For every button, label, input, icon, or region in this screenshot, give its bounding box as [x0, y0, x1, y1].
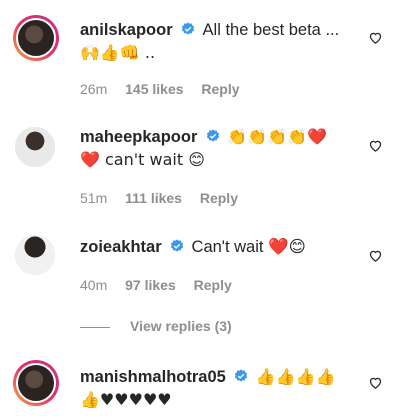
view-replies-button[interactable]: View replies (3): [80, 317, 232, 335]
verified-badge-icon: [181, 22, 195, 35]
avatar[interactable]: [15, 127, 55, 167]
comment-text-line2: ❤️ can't wait 😊: [80, 150, 205, 169]
reply-button[interactable]: Reply: [194, 277, 232, 293]
divider-line: [80, 326, 110, 328]
verified-badge-icon: [170, 239, 184, 252]
like-heart-icon[interactable]: [368, 248, 383, 263]
comment-text-line2: 👍♥♥♥♥♥: [80, 390, 172, 409]
comments-list: anilskapoor All the best beta ... 🙌👍👊 ..…: [0, 0, 411, 416]
like-heart-icon[interactable]: [368, 30, 383, 45]
reply-button[interactable]: Reply: [201, 81, 239, 97]
comment-item: anilskapoor All the best beta ... 🙌👍👊 ..…: [0, 0, 411, 110]
avatar[interactable]: [13, 360, 59, 406]
comment-item: manishmalhotra05 👍👍👍👍 👍♥♥♥♥♥: [0, 350, 411, 416]
likes-count[interactable]: 97 likes: [125, 277, 176, 293]
comment-time[interactable]: 40m: [80, 277, 107, 293]
verified-badge-icon: [206, 129, 219, 142]
comment-time[interactable]: 51m: [80, 190, 107, 206]
comment-emoji-line: 🙌👍👊 ..: [80, 43, 156, 62]
comment-time[interactable]: 26m: [80, 81, 107, 97]
likes-count[interactable]: 145 likes: [125, 81, 183, 97]
likes-count[interactable]: 111 likes: [125, 190, 182, 206]
verified-badge-icon: [235, 369, 248, 382]
username[interactable]: anilskapoor: [80, 21, 173, 39]
username[interactable]: manishmalhotra05: [80, 368, 226, 386]
reply-button[interactable]: Reply: [200, 190, 238, 206]
username[interactable]: maheepkapoor: [80, 128, 197, 146]
avatar[interactable]: [13, 15, 59, 61]
view-replies-label: View replies (3): [130, 318, 232, 334]
comment-item: zoieakhtar Can't wait ❤️😊 40m 97 likes R…: [0, 220, 411, 310]
comment-text: 👍👍👍👍: [255, 367, 336, 386]
username[interactable]: zoieakhtar: [80, 238, 162, 256]
like-heart-icon[interactable]: [368, 138, 383, 153]
comment-item: maheepkapoor 👏👏👏👏❤️ ❤️ can't wait 😊 51m …: [0, 110, 411, 220]
avatar[interactable]: [15, 235, 55, 275]
like-heart-icon[interactable]: [368, 375, 383, 390]
comment-text: Can't wait ❤️😊: [191, 238, 306, 256]
comment-text: 👏👏👏👏❤️: [227, 127, 327, 146]
comment-text: All the best beta ...: [202, 21, 340, 39]
